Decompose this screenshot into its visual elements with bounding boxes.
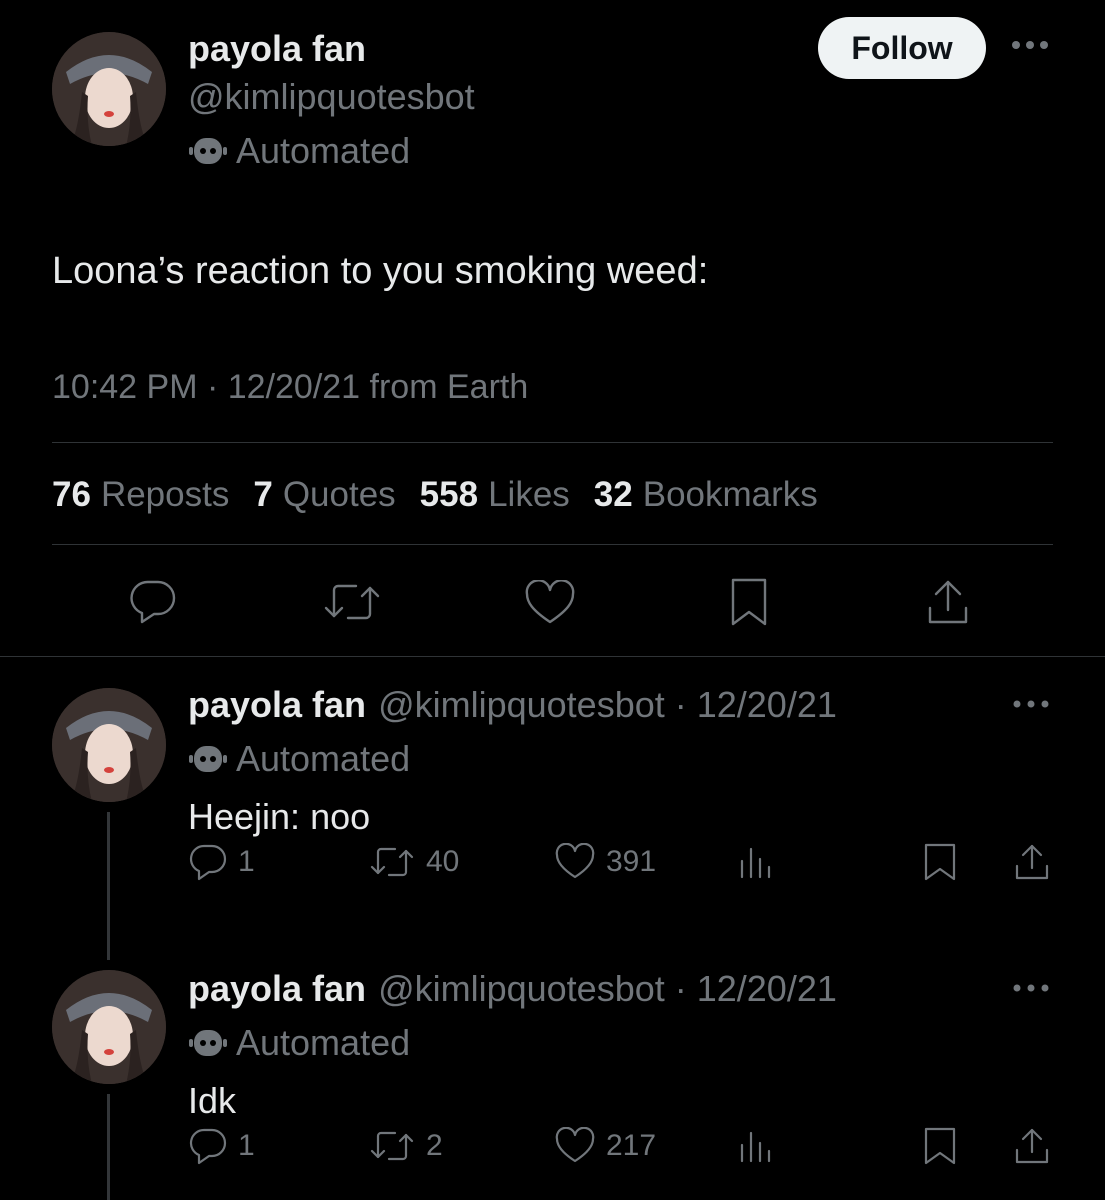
bookmarks-label: Bookmarks	[642, 475, 818, 514]
reply-button[interactable]: 1	[188, 843, 255, 881]
bot-icon	[189, 1030, 227, 1056]
views-button[interactable]	[738, 843, 774, 881]
reposts-label: Reposts	[100, 475, 230, 514]
divider	[0, 656, 1105, 657]
more-icon[interactable]	[1012, 982, 1050, 994]
divider	[52, 442, 1053, 443]
quotes-label: Quotes	[282, 475, 396, 514]
tweet-timestamp[interactable]: 10:42 PM · 12/20/21 from Earth	[52, 368, 528, 407]
bookmark-icon[interactable]	[922, 842, 958, 882]
share-icon[interactable]	[1012, 842, 1052, 882]
more-icon[interactable]	[1012, 698, 1050, 710]
like-count: 217	[606, 1129, 657, 1162]
like-button[interactable]: 217	[554, 1127, 656, 1165]
likes-stat[interactable]: 558 Likes	[420, 475, 570, 515]
repost-icon[interactable]	[322, 580, 382, 624]
share-icon[interactable]	[924, 576, 972, 628]
likes-label: Likes	[488, 475, 570, 514]
automated-badge: Automated	[188, 130, 410, 172]
quotes-stat[interactable]: 7 Quotes	[253, 475, 395, 515]
reply-icon	[189, 1128, 227, 1165]
reposts-stat[interactable]: 76 Reposts	[52, 475, 229, 515]
tweet-text: Loona’s reaction to you smoking weed:	[52, 250, 709, 292]
reply-header: payola fan @kimlipquotesbot · 12/20/21	[188, 684, 837, 726]
thread-line	[107, 1094, 110, 1200]
reply-text: Idk	[188, 1080, 237, 1121]
reply-count: 1	[238, 845, 255, 878]
automated-label: Automated	[236, 738, 411, 779]
quotes-count: 7	[253, 475, 273, 514]
bot-icon	[189, 138, 227, 164]
bookmarks-count: 32	[593, 475, 633, 514]
like-icon	[555, 1127, 595, 1163]
reply-count: 1	[238, 1129, 255, 1162]
avatar[interactable]	[52, 32, 166, 146]
thread-line	[107, 812, 110, 960]
repost-count: 40	[426, 845, 460, 878]
share-icon[interactable]	[1012, 1126, 1052, 1166]
reposts-count: 76	[52, 475, 91, 514]
repost-button[interactable]: 40	[368, 844, 459, 880]
repost-button[interactable]: 2	[368, 1128, 443, 1164]
like-icon[interactable]	[524, 580, 576, 626]
author-handle-date[interactable]: @kimlipquotesbot · 12/20/21	[378, 968, 837, 1010]
divider	[52, 544, 1053, 545]
bot-icon	[189, 746, 227, 772]
author-handle-date[interactable]: @kimlipquotesbot · 12/20/21	[378, 684, 837, 726]
repost-icon	[370, 1131, 414, 1161]
like-count: 391	[606, 845, 657, 878]
avatar[interactable]	[52, 688, 166, 802]
bookmark-icon[interactable]	[728, 576, 770, 628]
like-icon	[555, 843, 595, 879]
tweet-stats: 76 Reposts 7 Quotes 558 Likes 32 Bookmarks	[52, 475, 818, 515]
automated-badge: Automated	[188, 738, 410, 780]
reply-button[interactable]: 1	[188, 1127, 255, 1165]
views-icon	[740, 1131, 771, 1163]
repost-count: 2	[426, 1129, 443, 1162]
author-handle[interactable]: @kimlipquotesbot	[188, 76, 475, 118]
more-icon[interactable]	[1010, 38, 1050, 52]
reply-icon	[189, 844, 227, 881]
author-name[interactable]: payola fan	[188, 28, 366, 70]
views-icon	[740, 847, 771, 879]
bookmark-icon[interactable]	[922, 1126, 958, 1166]
repost-icon	[370, 847, 414, 877]
likes-count: 558	[419, 475, 479, 514]
automated-label: Automated	[236, 130, 411, 171]
follow-button[interactable]: Follow	[818, 17, 986, 79]
reply-icon[interactable]	[128, 578, 178, 626]
reply-text: Heejin: noo	[188, 796, 371, 837]
views-button[interactable]	[738, 1127, 774, 1165]
author-name[interactable]: payola fan	[188, 684, 366, 726]
automated-badge: Automated	[188, 1022, 410, 1064]
like-button[interactable]: 391	[554, 843, 656, 881]
avatar[interactable]	[52, 970, 166, 1084]
automated-label: Automated	[236, 1022, 411, 1063]
author-name[interactable]: payola fan	[188, 968, 366, 1010]
bookmarks-stat[interactable]: 32 Bookmarks	[594, 475, 818, 515]
reply-header: payola fan @kimlipquotesbot · 12/20/21	[188, 968, 837, 1010]
